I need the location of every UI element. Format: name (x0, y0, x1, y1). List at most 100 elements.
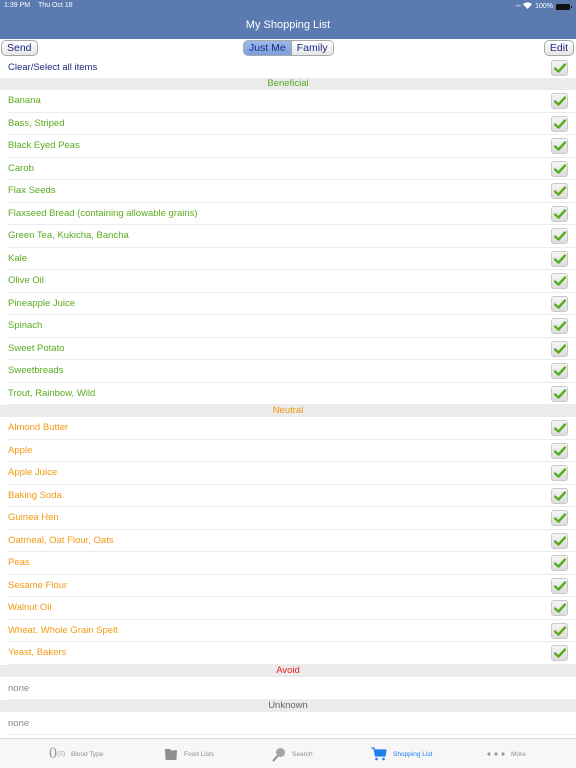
status-bar: 1:39 PM Thu Oct 18 •••• 100% (0, 0, 576, 12)
item-label: Green Tea, Kukicha, Bancha (8, 230, 129, 241)
checkbox-checked-icon[interactable] (551, 228, 568, 244)
checkbox-checked-icon[interactable] (551, 622, 568, 639)
tab-blood-type[interactable]: 0(S) Blood Type (49, 739, 103, 768)
checkbox-checked-icon[interactable] (551, 138, 568, 154)
item-label: Black Eyed Peas (8, 140, 80, 151)
checkbox-checked-icon[interactable] (551, 532, 568, 549)
list-item[interactable]: Pineapple Juice (8, 293, 576, 315)
item-label: Sweet Potato (8, 342, 65, 354)
tab-food-lists[interactable]: Food Lists (164, 739, 214, 768)
checkbox-checked-icon[interactable] (551, 250, 568, 267)
checkbox-checked-icon[interactable] (551, 273, 568, 289)
item-label: Peas (8, 557, 30, 568)
tab-label: Shopping List (393, 750, 433, 758)
list-item[interactable]: Oatmeal, Oat Flour, Oats (8, 530, 576, 552)
list-item[interactable]: Carob (8, 158, 576, 180)
section-header-avoid: Avoid (0, 664, 576, 677)
list-item[interactable]: Spinach (8, 315, 576, 338)
list-item[interactable]: Almond Butter (8, 417, 576, 440)
tab-search[interactable]: Search (272, 739, 313, 768)
checkbox-checked-icon[interactable] (551, 510, 568, 526)
item-label: Almond Butter (8, 422, 69, 433)
checkbox-checked-icon[interactable] (551, 442, 568, 459)
list-item[interactable]: Sweet Potato (8, 338, 576, 360)
checkbox-checked-icon[interactable] (551, 160, 568, 177)
checkbox-checked-icon[interactable] (551, 385, 568, 402)
list-item[interactable]: Baking Soda (8, 485, 576, 507)
checkbox-checked-icon[interactable] (551, 420, 568, 436)
list-item[interactable]: Peas (8, 552, 576, 575)
item-label: Trout, Rainbow, Wild (8, 387, 96, 399)
battery-percent: 100% (535, 3, 553, 10)
item-label: Sweetbreads (8, 365, 64, 376)
checkbox-checked-icon[interactable] (551, 340, 568, 357)
segment-family[interactable]: Family (290, 41, 333, 55)
checkbox-checked-icon[interactable] (551, 555, 568, 571)
checkbox-checked-icon[interactable] (551, 183, 568, 199)
empty-label: none (8, 717, 30, 729)
list-item[interactable]: Guinea Hen (8, 507, 576, 530)
checkbox-checked-icon[interactable] (551, 295, 568, 312)
list-item[interactable]: Flax Seeds (8, 180, 576, 203)
beneficial-items: Banana Bass, Striped Black Eyed Peas Carob F… (0, 90, 576, 405)
checkbox-checked-icon[interactable] (551, 577, 568, 594)
list-item[interactable]: Sweetbreads (8, 360, 576, 383)
tab-label: Search (292, 750, 313, 758)
item-label: Baking Soda (8, 489, 62, 501)
clear-select-all-row[interactable]: Clear/Select all items (8, 58, 576, 78)
send-button[interactable]: Send (1, 40, 38, 56)
list-item[interactable]: Yeast, Bakers (8, 642, 576, 665)
tab-label: More (511, 750, 526, 758)
checkbox-checked-icon[interactable] (551, 645, 568, 661)
list-item[interactable]: Apple (8, 440, 576, 462)
battery-icon (556, 3, 572, 10)
list-item[interactable]: Banana (8, 90, 576, 113)
item-label: Apple (8, 444, 33, 456)
list-item[interactable]: Trout, Rainbow, Wild (8, 383, 576, 405)
list-item[interactable]: Green Tea, Kukicha, Bancha (8, 225, 576, 248)
unknown-empty-row: none (8, 712, 576, 735)
item-label: Bass, Striped (8, 117, 65, 129)
list-item[interactable]: Sesame Flour (8, 575, 576, 597)
checkbox-checked-icon[interactable] (551, 205, 568, 222)
checkbox-checked-icon[interactable] (551, 363, 568, 379)
checkbox-checked-icon[interactable] (551, 93, 568, 109)
checkbox-checked-icon[interactable] (551, 487, 568, 504)
cart-icon (371, 747, 387, 761)
checkbox-checked-icon[interactable] (551, 465, 568, 481)
checkbox-checked-icon[interactable] (551, 115, 568, 132)
list-item[interactable]: Black Eyed Peas (8, 135, 576, 158)
more-dots-icon (487, 752, 505, 756)
signal-icon: •••• (515, 3, 522, 10)
checkbox-checked-icon[interactable] (551, 600, 568, 616)
item-label: Walnut Oil (8, 602, 52, 613)
segment-just-me[interactable]: Just Me (244, 41, 291, 55)
avoid-empty-row: none (8, 677, 576, 700)
item-label: Wheat, Whole Grain Spelt (8, 624, 118, 636)
tab-shopping-list[interactable]: Shopping List (371, 739, 432, 768)
list-item[interactable]: Olive Oil (8, 270, 576, 293)
list-item[interactable]: Walnut Oil (8, 597, 576, 620)
tab-more[interactable]: More (487, 739, 526, 768)
blood-sub: (S) (57, 751, 65, 758)
checkbox-checked-icon[interactable] (551, 318, 568, 334)
blood-count: 0 (49, 745, 57, 762)
section-header-unknown: Unknown (0, 699, 576, 712)
list-item[interactable]: Apple Juice (8, 462, 576, 485)
item-label: Oatmeal, Oat Flour, Oats (8, 534, 114, 546)
item-label: Yeast, Bakers (8, 647, 67, 658)
list-item[interactable]: Bass, Striped (8, 113, 576, 135)
item-label: Sesame Flour (8, 579, 68, 591)
list-item[interactable]: Flaxseed Bread (containing allowable gra… (8, 203, 576, 225)
tab-label: Blood Type (71, 750, 104, 758)
tab-bar: 0(S) Blood Type Food Lists Search Shoppi… (0, 738, 576, 768)
item-label: Pineapple Juice (8, 297, 76, 309)
edit-button[interactable]: Edit (543, 40, 574, 56)
checkbox-checked-icon[interactable] (551, 60, 568, 76)
shopping-list: Clear/Select all items Beneficial Banana… (0, 58, 576, 735)
status-date: Thu Oct 18 (38, 2, 73, 9)
magnifier-icon (272, 747, 285, 761)
list-item[interactable]: Wheat, Whole Grain Spelt (8, 620, 576, 642)
item-label: Apple Juice (8, 467, 58, 478)
list-item[interactable]: Kale (8, 248, 576, 270)
